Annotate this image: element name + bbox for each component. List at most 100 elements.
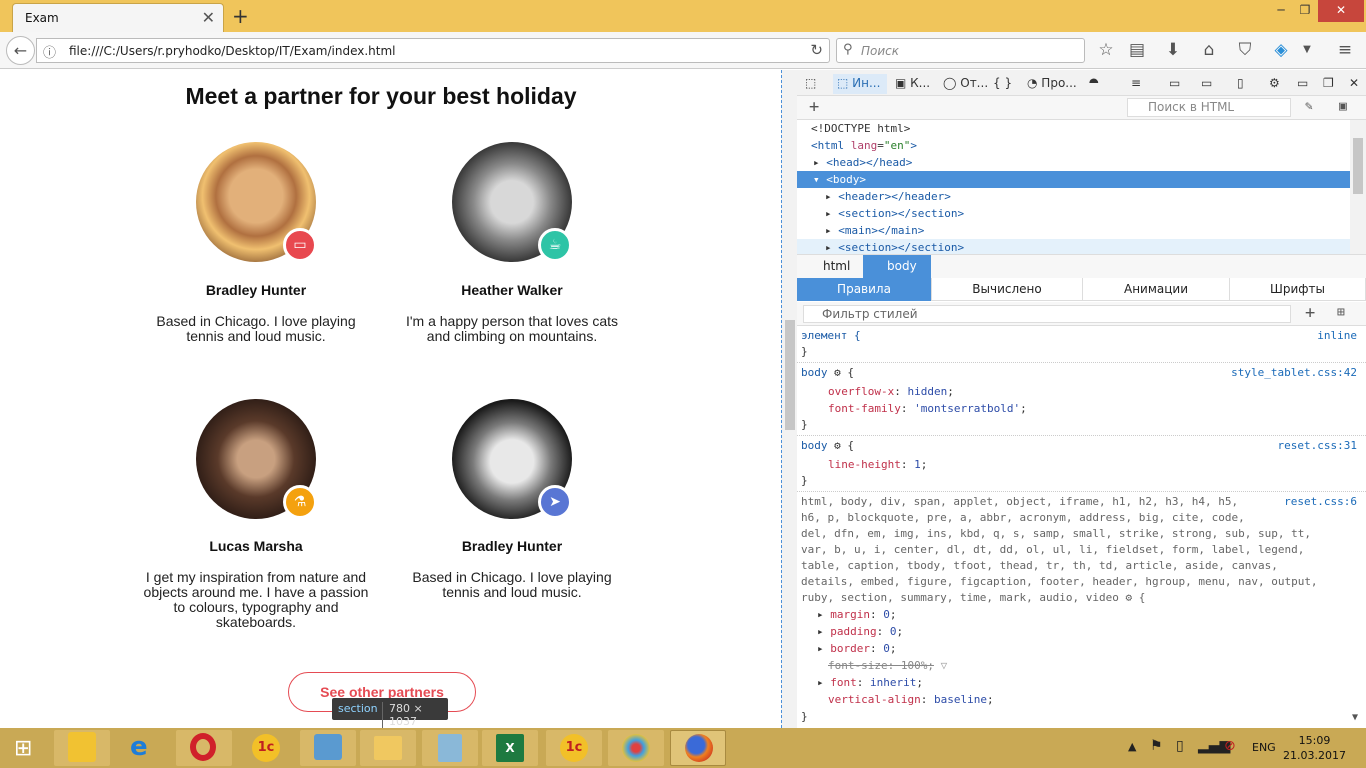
- url-text[interactable]: file:///C:/Users/r.pryhodko/Desktop/IT/E…: [69, 44, 396, 58]
- clock[interactable]: 15:09 21.03.2017: [1283, 733, 1346, 763]
- prop-name: padding: [830, 625, 877, 638]
- scroll-down-icon[interactable]: ▼: [1352, 712, 1358, 723]
- pocket-icon[interactable]: ⛉: [1234, 40, 1256, 60]
- paint-icon[interactable]: [608, 730, 664, 766]
- tree-node-doctype[interactable]: <!DOCTYPE html>: [797, 120, 1350, 137]
- firefox-icon[interactable]: [670, 730, 726, 766]
- rule-body[interactable]: body ⚙ {reset.css:31: [801, 438, 1361, 454]
- add-rule-icon[interactable]: +: [1305, 303, 1315, 323]
- declaration[interactable]: ▸ margin: 0;: [801, 607, 1361, 623]
- phone-icon[interactable]: ▯: [1237, 74, 1244, 94]
- rule-source[interactable]: reset.css:31: [1278, 438, 1357, 454]
- declaration[interactable]: ▸ font: inherit;: [801, 675, 1361, 691]
- tray-chevron-icon[interactable]: ▲: [1128, 740, 1136, 753]
- bookmark-star-icon[interactable]: ☆: [1095, 40, 1117, 60]
- maximize-icon[interactable]: ❐: [1290, 0, 1320, 22]
- back-icon[interactable]: ←: [6, 36, 35, 65]
- declaration[interactable]: ▸ padding: 0;: [801, 624, 1361, 640]
- declaration[interactable]: ▸ border: 0;: [801, 641, 1361, 657]
- tab-debugger[interactable]: ◯ От...: [943, 74, 988, 94]
- rule-source[interactable]: style_tablet.css:42: [1231, 365, 1357, 381]
- opera-icon[interactable]: [176, 730, 232, 766]
- rules-view: элемент {inline } body ⚙ {style_tablet.c…: [797, 326, 1366, 728]
- pseudo-class-icon[interactable]: ⊞: [1337, 305, 1345, 320]
- menu-icon[interactable]: ≡: [1334, 40, 1356, 60]
- gear-icon[interactable]: ⚙: [1269, 74, 1280, 94]
- cup-icon: ☕: [538, 228, 572, 262]
- prop-value: 0: [889, 625, 897, 638]
- internet-explorer-icon[interactable]: e: [116, 730, 172, 766]
- reading-list-icon[interactable]: ▤: [1126, 40, 1148, 60]
- tree-node-section[interactable]: ▸ <section></section>: [797, 205, 1350, 222]
- tab-inspector[interactable]: ⬚ Ин...: [833, 74, 887, 94]
- responsive-icon[interactable]: ▭: [1169, 74, 1180, 94]
- onec-icon[interactable]: 1c: [546, 730, 602, 766]
- markup-scrollbar[interactable]: [1350, 120, 1366, 254]
- home-icon[interactable]: ⌂: [1198, 40, 1220, 60]
- prop-value: 1: [914, 458, 921, 471]
- tree-node-html[interactable]: <html lang="en">: [797, 137, 1350, 154]
- tab-rules[interactable]: Правила: [797, 278, 932, 301]
- breadcrumb-body[interactable]: body: [863, 255, 931, 278]
- declaration[interactable]: line-height: 1;: [801, 457, 1361, 473]
- dock-icon[interactable]: ▭: [1297, 74, 1308, 94]
- reload-icon[interactable]: ↻: [810, 41, 823, 59]
- sidebar-toggle-icon[interactable]: ▣: [1339, 99, 1347, 114]
- tab-network[interactable]: ≡: [1131, 74, 1141, 94]
- search-input[interactable]: ⚲ Поиск: [836, 38, 1085, 63]
- tree-node-body[interactable]: ▾ <body>: [797, 171, 1350, 188]
- explorer-icon[interactable]: [360, 730, 416, 766]
- volume-icon[interactable]: ⊘: [1224, 738, 1236, 754]
- close-tab-icon[interactable]: ✕: [202, 8, 215, 27]
- start-icon[interactable]: ⊞: [0, 730, 52, 766]
- tab-console[interactable]: ▣ К...: [895, 74, 930, 94]
- outlook-icon[interactable]: [54, 730, 110, 766]
- breadcrumb-html[interactable]: html: [823, 255, 850, 278]
- rule-element[interactable]: элемент {inline: [801, 328, 1361, 344]
- download-icon[interactable]: ⬇: [1162, 40, 1184, 60]
- rule-source[interactable]: reset.css:6: [1284, 494, 1357, 510]
- add-node-icon[interactable]: +: [809, 97, 819, 117]
- new-tab-icon[interactable]: +: [232, 4, 249, 28]
- rule-body[interactable]: body ⚙ {style_tablet.css:42: [801, 365, 1361, 381]
- close-window-icon[interactable]: ✕: [1318, 0, 1364, 22]
- declaration[interactable]: font-family: 'montserratbold';: [801, 401, 1361, 417]
- tab-style-editor[interactable]: { }: [993, 74, 1012, 94]
- onec-icon[interactable]: 1c: [238, 730, 294, 766]
- tab-fonts[interactable]: Шрифты: [1230, 278, 1366, 301]
- declaration[interactable]: vertical-align: baseline;: [801, 692, 1361, 708]
- frame-icon[interactable]: ▭: [1201, 74, 1212, 94]
- tab-computed[interactable]: Вычислено: [932, 278, 1083, 301]
- declaration-overridden[interactable]: font-size: 100%; ▽: [801, 658, 1361, 674]
- markup-tree: <!DOCTYPE html> <html lang="en"> ▸ <head…: [797, 120, 1350, 256]
- page-scrollbar[interactable]: [781, 70, 797, 728]
- tree-node-head[interactable]: ▸ <head></head>: [797, 154, 1350, 171]
- overridden-text: font-size: 100%;: [828, 659, 934, 672]
- eyedropper-icon[interactable]: ✎: [1305, 99, 1313, 114]
- url-bar[interactable]: ⓘ file:///C:/Users/r.pryhodko/Desktop/IT…: [36, 38, 830, 63]
- tab-performance[interactable]: ◔ Про...: [1027, 74, 1077, 94]
- close-icon[interactable]: ✕: [1349, 74, 1359, 94]
- flag-icon[interactable]: ⚑: [1150, 738, 1163, 754]
- excel-icon[interactable]: X: [482, 730, 538, 766]
- declaration[interactable]: overflow-x: hidden;: [801, 384, 1361, 400]
- tab-animations[interactable]: Анимации: [1083, 278, 1230, 301]
- notepad-icon[interactable]: [422, 730, 478, 766]
- battery-icon[interactable]: ▯: [1176, 738, 1184, 754]
- tab-memory[interactable]: ⯊: [1089, 74, 1099, 94]
- pick-element-icon[interactable]: ⬚: [805, 74, 816, 94]
- remote-icon[interactable]: [300, 730, 356, 766]
- tree-node-main[interactable]: ▸ <main></main>: [797, 222, 1350, 239]
- info-icon[interactable]: ⓘ: [43, 42, 56, 61]
- extension-icon[interactable]: ◈: [1270, 40, 1292, 60]
- chevron-down-icon[interactable]: ▼: [1296, 44, 1318, 55]
- rule-source[interactable]: inline: [1317, 328, 1357, 344]
- html-search-input[interactable]: Поиск в HTML: [1127, 98, 1291, 117]
- tree-node-header[interactable]: ▸ <header></header>: [797, 188, 1350, 205]
- browser-tab[interactable]: Exam ✕: [12, 3, 224, 32]
- style-filter-input[interactable]: Фильтр стилей: [803, 305, 1291, 323]
- language-indicator[interactable]: ENG: [1252, 741, 1276, 754]
- separate-window-icon[interactable]: ❐: [1323, 74, 1334, 94]
- paper-plane-icon: ➤: [538, 485, 572, 519]
- reset-selector-line: del, dfn, em, img, ins, kbd, q, s, samp,…: [801, 527, 1311, 540]
